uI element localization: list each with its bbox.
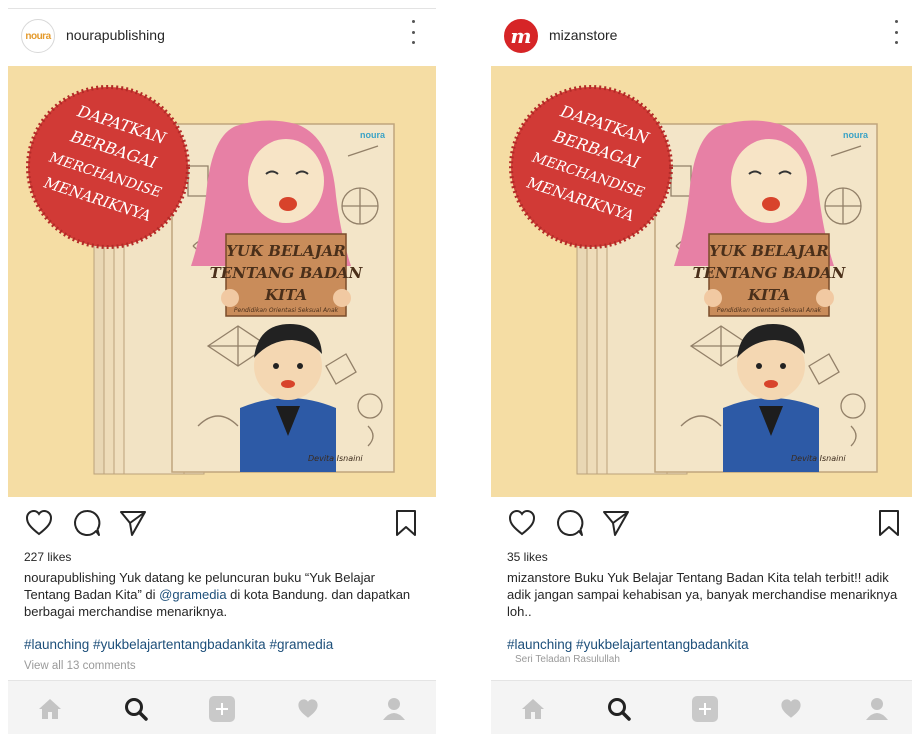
partially-hidden-text: Seri Teladan Rasulullah — [515, 654, 620, 662]
post-photo[interactable]: YUK BELAJAR TENTANG BADAN KITA Pendidika… — [491, 66, 912, 497]
bottom-nav — [8, 680, 436, 734]
activity-heart-icon[interactable] — [777, 695, 805, 723]
post-photo[interactable]: YUK BELAJAR TENTANG BADAN KITA Pendidika… — [8, 66, 436, 497]
top-divider — [8, 8, 436, 9]
instagram-post: m mizanstore YUK BELAJAR TENTANG BADAN K… — [491, 0, 912, 734]
front-book: YUK BELAJAR TENTANG BADAN KITA Pendidika… — [171, 120, 395, 473]
promo-stamp: DAPATKAN BERBAGAI MERCHANDISE MENARIKNYA — [509, 85, 673, 249]
instagram-post: noura nourapublishing YUK BELAJAR TENTAN… — [8, 0, 436, 734]
add-post-icon[interactable] — [208, 695, 236, 723]
book-cover-illustration: YUK BELAJAR TENTANG BADAN KITA Pendidika… — [509, 85, 878, 475]
caption-username[interactable]: mizanstore — [507, 570, 571, 585]
profile-icon[interactable] — [380, 695, 408, 723]
publisher-logo: noura — [360, 130, 386, 140]
post-caption: nourapublishing Yuk datang ke peluncuran… — [24, 569, 424, 620]
post-username[interactable]: mizanstore — [549, 27, 617, 43]
publisher-logo: noura — [843, 130, 869, 140]
likes-count[interactable]: 35 likes — [507, 550, 548, 564]
bottom-nav — [491, 680, 912, 734]
hashtags[interactable]: #launching #yukbelajartentangbadankita #… — [24, 637, 333, 652]
book-author: Devita Isnaini — [308, 454, 363, 463]
hashtags[interactable]: #launching #yukbelajartentangbadankita — [507, 637, 749, 652]
avatar-logo-text: m — [510, 24, 532, 48]
comment-bubble-icon[interactable] — [555, 508, 585, 538]
book-subtitle: Pendidikan Orientasi Seksual Anak — [717, 307, 822, 314]
more-options-icon[interactable] — [893, 20, 899, 44]
caption-mention[interactable]: @gramedia — [159, 587, 226, 602]
promo-stamp: DAPATKAN BERBAGAI MERCHANDISE MENARIKNYA — [26, 85, 190, 249]
comment-bubble-icon[interactable] — [72, 508, 102, 538]
profile-icon[interactable] — [863, 695, 891, 723]
bookmark-icon[interactable] — [394, 508, 418, 538]
book-title-line-1: YUK BELAJAR — [226, 242, 346, 260]
book-title-line-3: KITA — [264, 286, 307, 304]
book-title-line-2: TENTANG BADAN — [210, 264, 364, 282]
add-post-icon[interactable] — [691, 695, 719, 723]
avatar-logo-text: noura — [25, 30, 51, 42]
avatar[interactable]: noura — [21, 19, 55, 53]
home-icon[interactable] — [519, 695, 547, 723]
avatar[interactable]: m — [504, 19, 538, 53]
book-title-line-3: KITA — [747, 286, 790, 304]
activity-heart-icon[interactable] — [294, 695, 322, 723]
more-options-icon[interactable] — [410, 20, 416, 44]
post-actions — [8, 508, 436, 542]
search-icon[interactable] — [122, 695, 150, 723]
paper-plane-icon[interactable] — [118, 508, 148, 538]
post-username[interactable]: nourapublishing — [66, 27, 165, 43]
post-header: noura nourapublishing — [8, 14, 436, 58]
home-icon[interactable] — [36, 695, 64, 723]
front-book: YUK BELAJAR TENTANG BADAN KITA Pendidika… — [654, 120, 878, 473]
book-title-line-1: YUK BELAJAR — [709, 242, 829, 260]
book-title-line-2: TENTANG BADAN — [693, 264, 847, 282]
post-header: m mizanstore — [491, 14, 912, 58]
post-caption: mizanstore Buku Yuk Belajar Tentang Bada… — [507, 569, 907, 620]
likes-count[interactable]: 227 likes — [24, 550, 71, 564]
heart-outline-icon[interactable] — [24, 508, 54, 538]
book-subtitle: Pendidikan Orientasi Seksual Anak — [234, 307, 339, 314]
caption-username[interactable]: nourapublishing — [24, 570, 116, 585]
bookmark-icon[interactable] — [877, 508, 901, 538]
view-comments-link[interactable]: View all 13 comments — [24, 660, 136, 672]
paper-plane-icon[interactable] — [601, 508, 631, 538]
book-author: Devita Isnaini — [791, 454, 846, 463]
post-actions — [491, 508, 912, 542]
search-icon[interactable] — [605, 695, 633, 723]
heart-outline-icon[interactable] — [507, 508, 537, 538]
book-cover-illustration: YUK BELAJAR TENTANG BADAN KITA Pendidika… — [26, 85, 395, 475]
